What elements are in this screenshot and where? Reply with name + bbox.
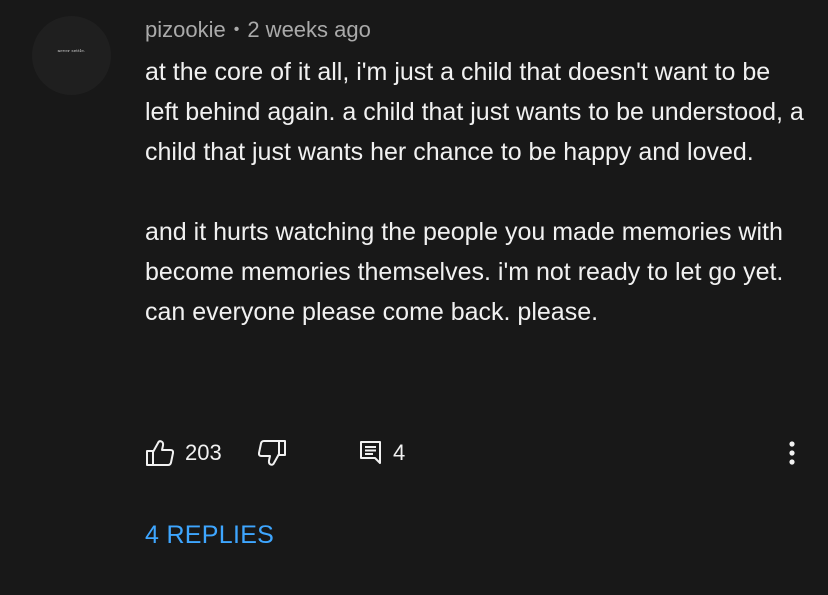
thumbs-down-icon [257,439,287,467]
comment-icon [359,440,383,466]
comment-text: at the core of it all, i'm just a child … [145,52,805,332]
avatar[interactable]: never settle. [32,16,111,95]
view-replies-link[interactable]: 4 REPLIES [145,521,274,550]
dislike-button[interactable] [257,436,287,470]
meta-separator: • [233,21,240,38]
comment-actions: 203 4 [145,436,810,470]
like-count: 203 [185,440,222,465]
more-vertical-icon [788,440,796,466]
timestamp[interactable]: 2 weeks ago [247,17,371,43]
reply-button[interactable]: 4 [359,436,405,470]
author-name[interactable]: pizookie [145,17,226,43]
more-options-button[interactable] [781,436,803,470]
avatar-text: never settle. [57,48,86,53]
reply-count: 4 [393,440,406,465]
comment-meta: pizookie • 2 weeks ago [145,16,371,44]
comment-paragraph: at the core of it all, i'm just a child … [145,58,804,166]
thumbs-up-icon [145,439,175,467]
like-button[interactable]: 203 [145,436,222,470]
comment-paragraph: and it hurts watching the people you mad… [145,218,784,326]
